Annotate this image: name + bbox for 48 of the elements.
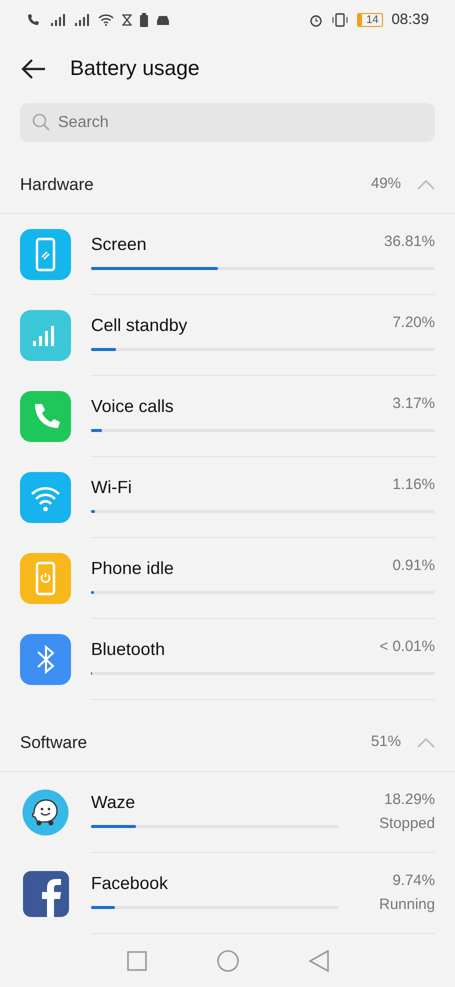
wifi-icon [98, 14, 114, 26]
battery-icon [140, 13, 148, 27]
recents-icon[interactable] [126, 951, 146, 971]
item-name: Screen [91, 233, 146, 256]
battery-level: 14 [357, 13, 384, 27]
item-name: Bluetooth [91, 638, 165, 661]
app-status: Running [379, 895, 435, 916]
chevron-icon[interactable] [417, 738, 435, 748]
item-name: Cell standby [91, 314, 188, 337]
app-status: Stopped [379, 814, 435, 834]
signal-icon [74, 14, 90, 26]
section-title: Software [20, 732, 88, 754]
alarm-icon [309, 13, 324, 27]
phone-screen-icon [20, 229, 71, 280]
item-percent: 18.29% [384, 790, 435, 810]
item-name: Phone idle [91, 557, 174, 580]
section-title: Hardware [20, 174, 94, 196]
signal-icon [50, 14, 66, 26]
back-icon[interactable] [20, 58, 46, 80]
phone-icon [20, 391, 71, 442]
item-percent: 1.16% [392, 475, 435, 495]
section-percent: 49% [370, 174, 401, 194]
call-icon [26, 13, 42, 27]
bluetooth-icon [20, 634, 71, 685]
search-field[interactable]: Search [20, 103, 435, 142]
item-name: Waze [91, 791, 136, 814]
item-percent: 9.74% [392, 871, 435, 891]
chevron-icon[interactable] [417, 180, 435, 190]
chat-bubble-icon [20, 787, 71, 838]
signal-icon [20, 310, 71, 361]
wifi-icon [20, 472, 71, 523]
page-title: Battery usage [70, 56, 200, 82]
hourglass-icon [122, 14, 132, 26]
section-percent: 51% [370, 732, 401, 752]
item-name: Voice calls [91, 395, 174, 418]
search-icon [32, 113, 50, 131]
item-percent: < 0.01% [380, 637, 435, 657]
item-percent: 36.81% [384, 232, 435, 252]
item-name: Facebook [91, 872, 168, 895]
item-percent: 7.20% [392, 313, 435, 333]
item-name: Wi-Fi [91, 476, 132, 499]
home-icon[interactable] [216, 950, 238, 972]
item-percent: 3.17% [392, 394, 435, 414]
phone-power-icon [20, 553, 71, 604]
f-letter-icon [22, 870, 68, 916]
status-time: 08:39 [391, 10, 429, 30]
vibrate-icon [331, 13, 350, 27]
item-percent: 0.91% [392, 556, 435, 576]
